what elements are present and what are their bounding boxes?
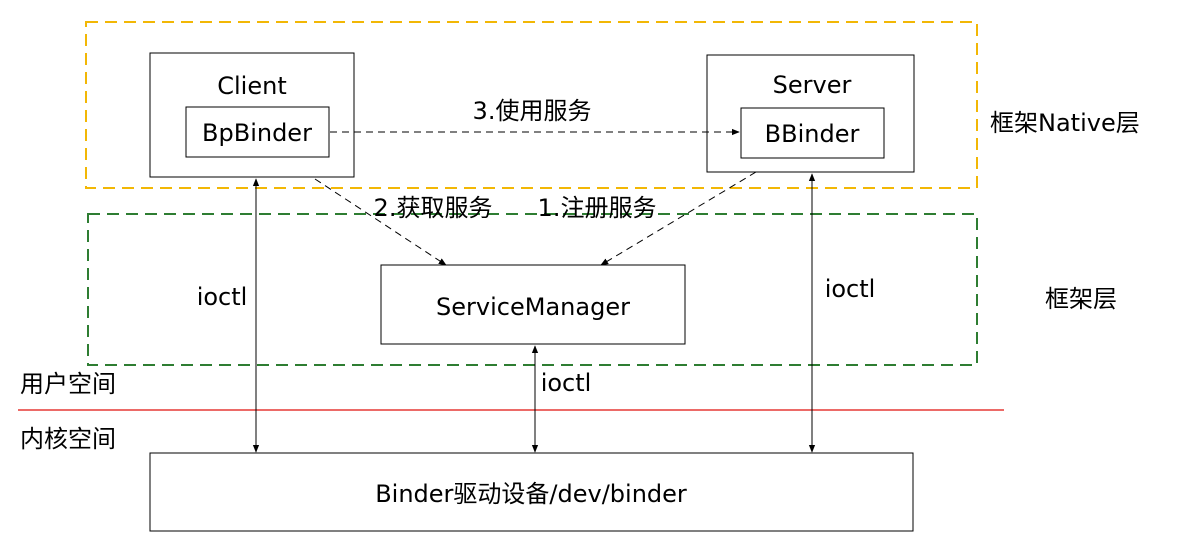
- server-ioctl-label: ioctl: [825, 275, 876, 303]
- bp-binder-label: BpBinder: [202, 119, 312, 147]
- use-service-label: 3.使用服务: [473, 97, 592, 125]
- client-ioctl-label: ioctl: [197, 283, 248, 311]
- kernel-space-label: 内核空间: [20, 425, 116, 453]
- binder-architecture-diagram: Client BpBinder Server BBinder ServiceMa…: [18, 21, 1140, 532]
- user-space-label: 用户空间: [20, 370, 116, 398]
- server-label: Server: [773, 71, 852, 99]
- framework-layer-label: 框架层: [1045, 285, 1117, 313]
- service-manager-ioctl-label: ioctl: [541, 369, 592, 397]
- get-service-label: 2.获取服务: [374, 194, 493, 222]
- binder-driver-label: Binder驱动设备/dev/binder: [375, 480, 687, 508]
- b-binder-label: BBinder: [765, 120, 860, 148]
- service-manager-label: ServiceManager: [436, 293, 630, 321]
- register-service-label: 1.注册服务: [538, 194, 657, 222]
- native-layer-label: 框架Native层: [990, 109, 1140, 137]
- client-label: Client: [217, 72, 286, 100]
- get-service-arrow: [314, 178, 447, 266]
